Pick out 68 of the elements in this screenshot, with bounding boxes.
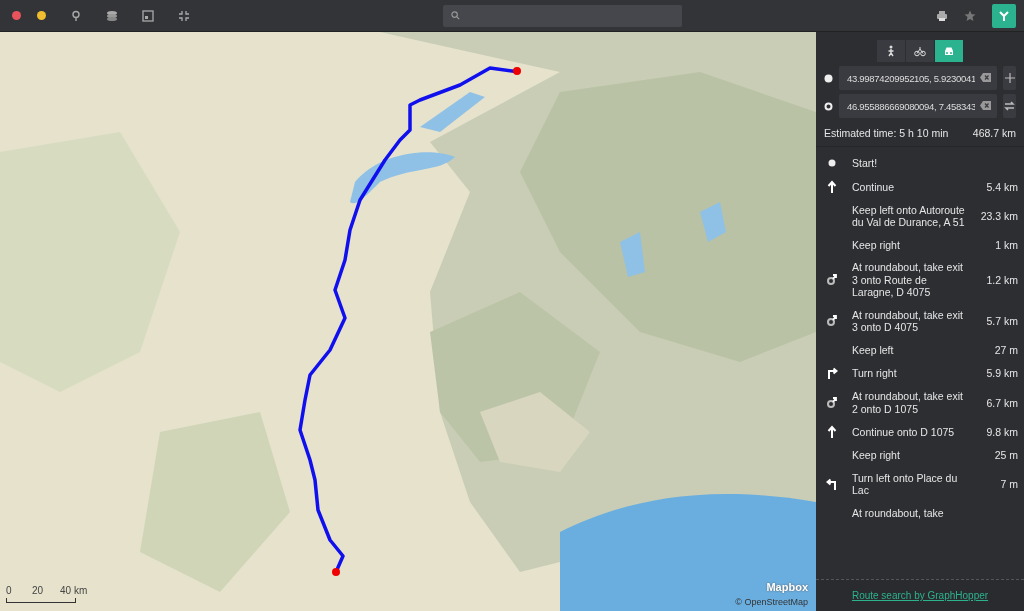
scale-label: 20 — [32, 584, 44, 598]
compress-icon[interactable] — [178, 9, 190, 22]
instruction-text[interactable]: Continue — [852, 180, 970, 193]
print-icon[interactable] — [936, 9, 948, 22]
add-button[interactable] — [1003, 66, 1016, 90]
instruction-text[interactable]: At roundabout, take — [852, 506, 970, 520]
attribution-text: © OpenStreetMap — [735, 595, 808, 609]
roundabout-icon — [826, 273, 838, 287]
car-icon — [943, 45, 955, 57]
step-distance: 27 m — [994, 343, 1018, 357]
layers-icon[interactable] — [106, 9, 118, 22]
total-distance-text: 468.7 km — [972, 126, 1016, 141]
instruction-text[interactable]: At roundabout, take exit 3 onto Route de Laragne, D 4075 — [852, 261, 970, 299]
roundabout-icon — [826, 314, 838, 329]
route-button[interactable] — [992, 3, 1016, 28]
start-marker[interactable] — [332, 568, 340, 576]
swap-icon — [1004, 101, 1015, 111]
scale-label: 40 km — [60, 584, 88, 598]
instruction-text[interactable]: Keep left — [852, 343, 970, 357]
step-distance: 7 m — [1000, 478, 1018, 491]
turn-right-icon — [826, 366, 838, 381]
scale-label: 0 — [6, 584, 12, 598]
location-input[interactable]: 43.99874209952105, 5.9230041 — [839, 66, 997, 90]
step-distance: 6.7 km — [986, 396, 1018, 409]
pin-icon[interactable] — [70, 9, 82, 22]
search-icon — [451, 11, 460, 20]
step-distance: 5.4 km — [986, 180, 1018, 193]
end-marker[interactable] — [513, 67, 521, 75]
turn-left-icon — [826, 477, 838, 492]
start-dot-icon — [824, 73, 833, 83]
step-distance: 5.9 km — [986, 367, 1018, 380]
swap-button[interactable] — [1003, 94, 1016, 118]
walker-icon — [885, 45, 897, 57]
roundabout-icon — [826, 395, 838, 410]
estimated-time-text: Estimated time: 5 h 10 min — [824, 126, 949, 141]
star-icon[interactable] — [964, 9, 976, 22]
instruction-text[interactable]: At roundabout, take exit 3 onto D 4075 — [852, 308, 970, 334]
bicycle-icon — [914, 45, 926, 57]
step-distance: 1.2 km — [986, 273, 1018, 287]
plus-icon — [1004, 73, 1015, 83]
bike-tab[interactable] — [906, 40, 934, 62]
foot-tab[interactable] — [877, 40, 905, 62]
frame-icon[interactable] — [142, 9, 154, 22]
step-distance: 5.7 km — [986, 315, 1018, 328]
up-arrow-icon — [826, 425, 838, 440]
step-distance: 1 km — [995, 238, 1018, 252]
instruction-text[interactable]: Keep left onto Autoroute du Val de Durance, A 51 — [852, 203, 970, 229]
instruction-text[interactable]: Start! — [852, 156, 970, 169]
graphhopper-link[interactable]: Route search by GraphHopper — [851, 588, 989, 603]
instruction-text[interactable]: At roundabout, take exit 2 onto D 1075 — [852, 390, 970, 416]
instruction-text[interactable]: Turn left onto Place du Lac — [852, 471, 970, 497]
step-distance: 25 m — [994, 449, 1018, 462]
end-ring-icon — [824, 101, 833, 111]
location-input[interactable]: 46.955886669080094, 7.458343 — [839, 94, 997, 118]
step-distance: 9.8 km — [986, 426, 1018, 439]
step-distance: 23.3 km — [980, 210, 1018, 223]
scale-bar — [6, 598, 76, 603]
clear-icon[interactable] — [980, 73, 991, 82]
search-field[interactable] — [443, 4, 682, 27]
instruction-text[interactable]: Keep right — [852, 238, 970, 252]
up-arrow-icon — [826, 179, 838, 194]
clear-icon[interactable] — [980, 101, 991, 110]
instruction-text[interactable]: Continue onto D 1075 — [852, 426, 970, 439]
instruction-text[interactable]: Turn right — [852, 367, 970, 380]
close-button[interactable] — [12, 11, 21, 20]
minimize-button[interactable] — [37, 11, 46, 20]
fork-icon — [998, 9, 1010, 22]
instruction-text[interactable]: Keep right — [852, 449, 970, 462]
